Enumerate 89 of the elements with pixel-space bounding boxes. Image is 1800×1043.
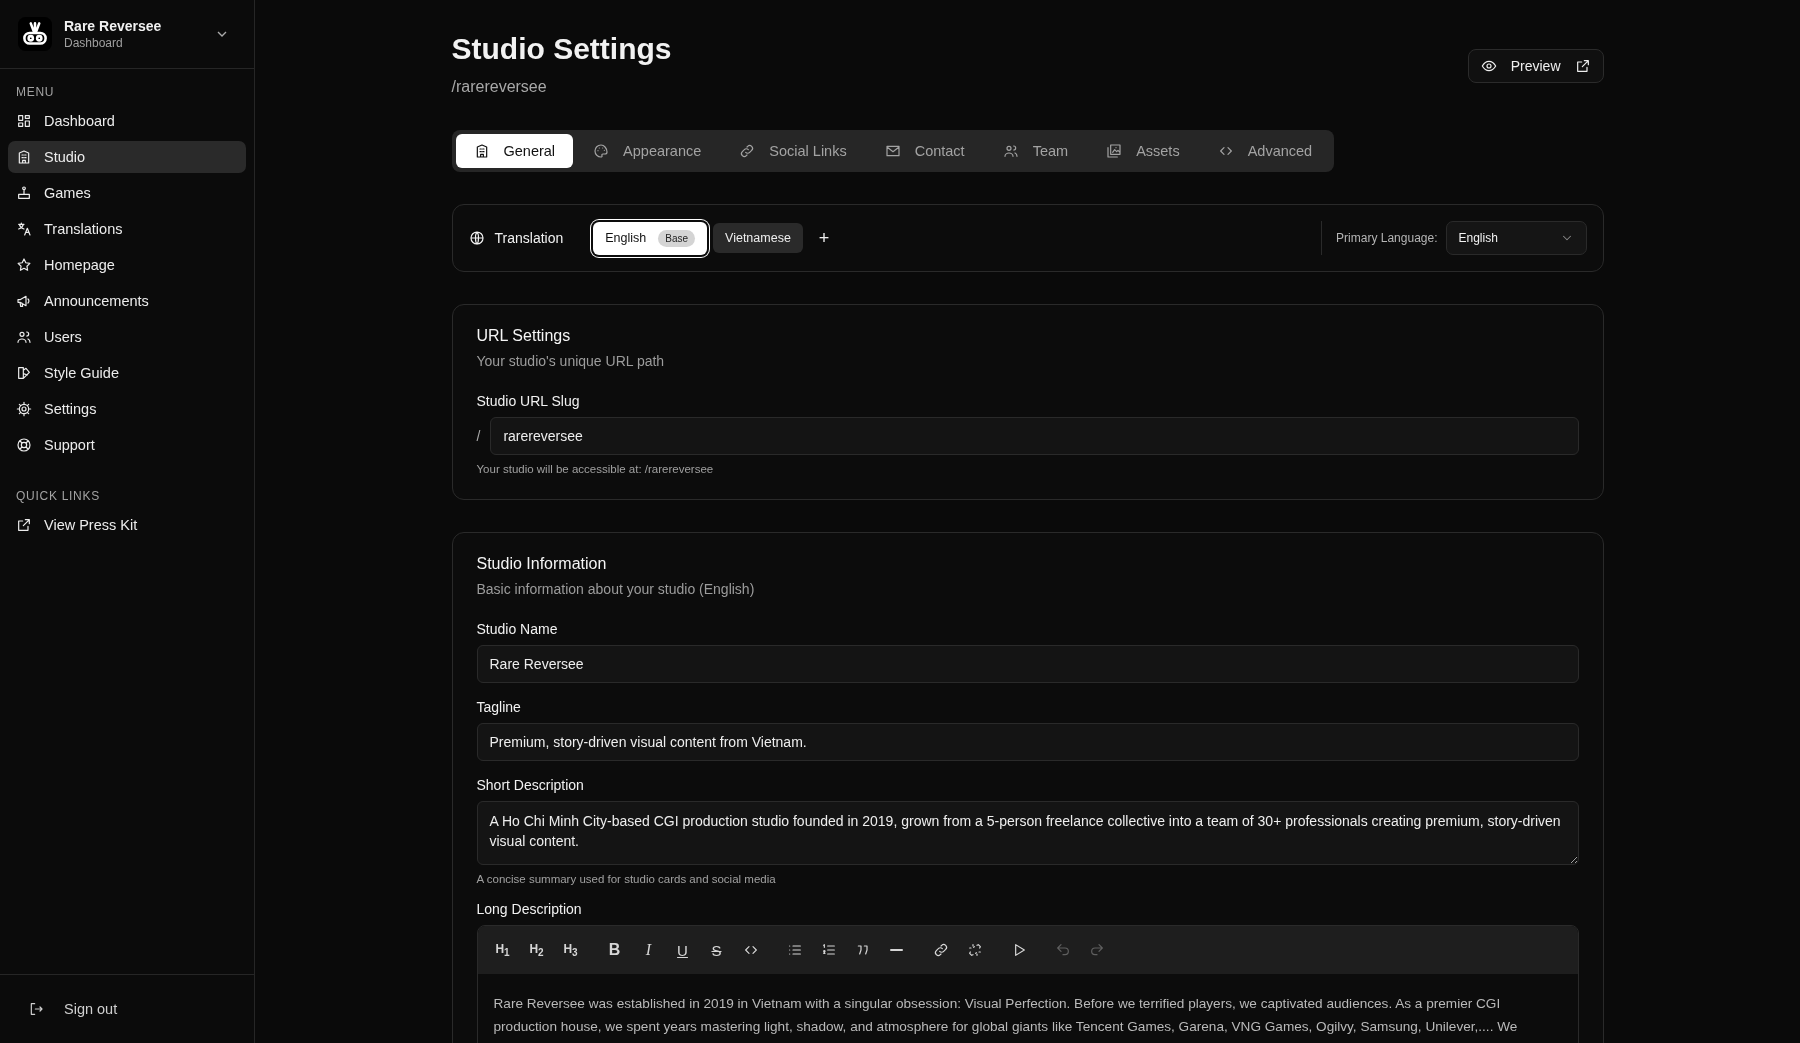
images-icon xyxy=(1106,143,1123,159)
sign-out-icon xyxy=(28,1001,44,1017)
megaphone-icon xyxy=(16,293,32,309)
primary-language-select[interactable]: English xyxy=(1445,221,1587,255)
org-switcher[interactable]: Rare Reversee Dashboard xyxy=(0,0,254,69)
org-name: Rare Reversee xyxy=(64,18,163,34)
italic-button[interactable]: I xyxy=(633,938,664,962)
nav-item[interactable]: Users xyxy=(8,321,246,353)
joystick-icon xyxy=(16,185,32,201)
bold-button[interactable]: B xyxy=(599,938,630,962)
star-icon xyxy=(16,257,32,273)
tab[interactable]: Assets xyxy=(1088,134,1198,168)
org-subtitle: Dashboard xyxy=(64,36,124,50)
slug-input[interactable]: rarereversee xyxy=(490,417,1579,455)
field-label: Studio Name xyxy=(476,621,559,637)
bullet-list-icon xyxy=(786,942,803,958)
section-heading: QUICK LINKS xyxy=(15,488,101,505)
nav-item[interactable]: Settings xyxy=(8,393,246,425)
rule-icon xyxy=(890,949,903,951)
heading-button[interactable]: H$_{3}$ xyxy=(555,938,586,962)
text-input[interactable]: Premium, story-driven visual content from Vietnam. xyxy=(476,723,1579,761)
language-name: Vietnamese xyxy=(725,231,791,245)
section-heading: MENU xyxy=(15,84,56,101)
ordered-list-icon xyxy=(820,942,837,958)
nav-item[interactable]: Support xyxy=(8,429,246,461)
field-label: Short Description xyxy=(476,777,585,793)
external-link-icon xyxy=(16,517,32,533)
nav-item[interactable]: Dashboard xyxy=(8,105,246,137)
nav-item[interactable]: View Press Kit xyxy=(8,509,246,541)
users-icon xyxy=(1002,143,1019,159)
tab[interactable]: Advanced xyxy=(1199,134,1331,168)
nav-item[interactable]: Announcements xyxy=(8,285,246,317)
nav-item[interactable]: Homepage xyxy=(8,249,246,281)
field-hint: A concise summary used for studio cards and social media xyxy=(476,873,777,885)
gear-icon xyxy=(16,401,32,417)
page-subtitle: /rarereversee xyxy=(451,78,548,96)
base-badge: Base xyxy=(658,229,696,247)
card-title: Studio Information xyxy=(476,555,608,573)
language-tab[interactable]: English Base xyxy=(593,221,708,255)
tab[interactable]: Contact xyxy=(866,134,983,168)
language-name: English xyxy=(605,231,647,245)
textarea[interactable]: A Ho Chi Minh City-based CGI production studio founded in 2019, grown from a 5-person freelance collective into a team of 30+ professionals creating premium, story-driven visual content. xyxy=(476,801,1579,865)
card-description: Basic information about your studio (English) xyxy=(476,581,756,597)
nav-item[interactable]: Studio xyxy=(8,141,246,173)
page-title: Studio Settings xyxy=(451,32,672,66)
heading-button[interactable]: H$_{2}$ xyxy=(521,938,552,962)
card-description: Your studio's unique URL path xyxy=(476,353,666,369)
rich-text-editor[interactable] xyxy=(476,925,1579,1043)
external-link-icon xyxy=(1574,58,1591,74)
palette-icon xyxy=(593,143,610,159)
sign-out-link[interactable]: Sign out xyxy=(0,974,254,1043)
link-icon xyxy=(739,143,756,159)
tab[interactable]: Social Links xyxy=(721,134,865,168)
field-label: Tagline xyxy=(476,699,522,715)
underline-button[interactable]: U xyxy=(667,938,698,962)
globe-icon xyxy=(468,230,485,246)
logo-icon xyxy=(18,17,52,51)
description-text: Rare Reversee was established in 2019 in Vietnam with a singular obsession: Visual Perfection. Before we terrified players, we captivated audiences. As a premier CGI xyxy=(493,995,1502,1013)
translate-icon xyxy=(16,221,32,237)
slug-prefix: / xyxy=(476,428,481,444)
translation-label: Translation xyxy=(494,230,564,246)
field-label: Studio URL Slug xyxy=(476,393,581,409)
field-hint: Your studio will be accessible at: /rarereversee xyxy=(476,463,715,475)
redo-icon xyxy=(1088,942,1105,958)
nav-item[interactable]: Style Guide xyxy=(8,357,246,389)
card-title: URL Settings xyxy=(476,327,572,345)
unlink-icon xyxy=(966,942,983,958)
primary-language-label: Primary Language: xyxy=(1336,231,1438,245)
tab[interactable]: Team xyxy=(984,134,1087,168)
building-icon xyxy=(16,149,32,165)
undo-icon xyxy=(1054,942,1071,958)
heading-button[interactable]: H$_{1}$ xyxy=(487,938,518,962)
add-language-button[interactable]: + xyxy=(808,227,840,249)
nav-item[interactable]: Games xyxy=(8,177,246,209)
envelope-icon xyxy=(884,143,901,159)
nav-item[interactable]: Translations xyxy=(8,213,246,245)
language-tab[interactable]: Vietnamese xyxy=(713,223,803,253)
strike-button[interactable]: S xyxy=(701,938,732,962)
tab[interactable]: General xyxy=(455,134,574,168)
text-input[interactable]: Rare Reversee xyxy=(476,645,1579,683)
preview-button[interactable]: Preview xyxy=(1467,49,1604,83)
description-text: production house, we spent years mastering light, shadow, and atmosphere for global giants like Tencent Games, Garena, VNG Games, Ogilvy, Samsung, Unilever,.... We xyxy=(493,1018,1519,1036)
eye-icon xyxy=(1480,58,1497,74)
users-icon xyxy=(16,329,32,345)
grid-icon xyxy=(16,113,32,129)
link-icon xyxy=(932,942,949,958)
tab[interactable]: Appearance xyxy=(575,134,720,168)
lifebuoy-icon xyxy=(16,437,32,453)
field-label: Long Description xyxy=(476,901,583,917)
